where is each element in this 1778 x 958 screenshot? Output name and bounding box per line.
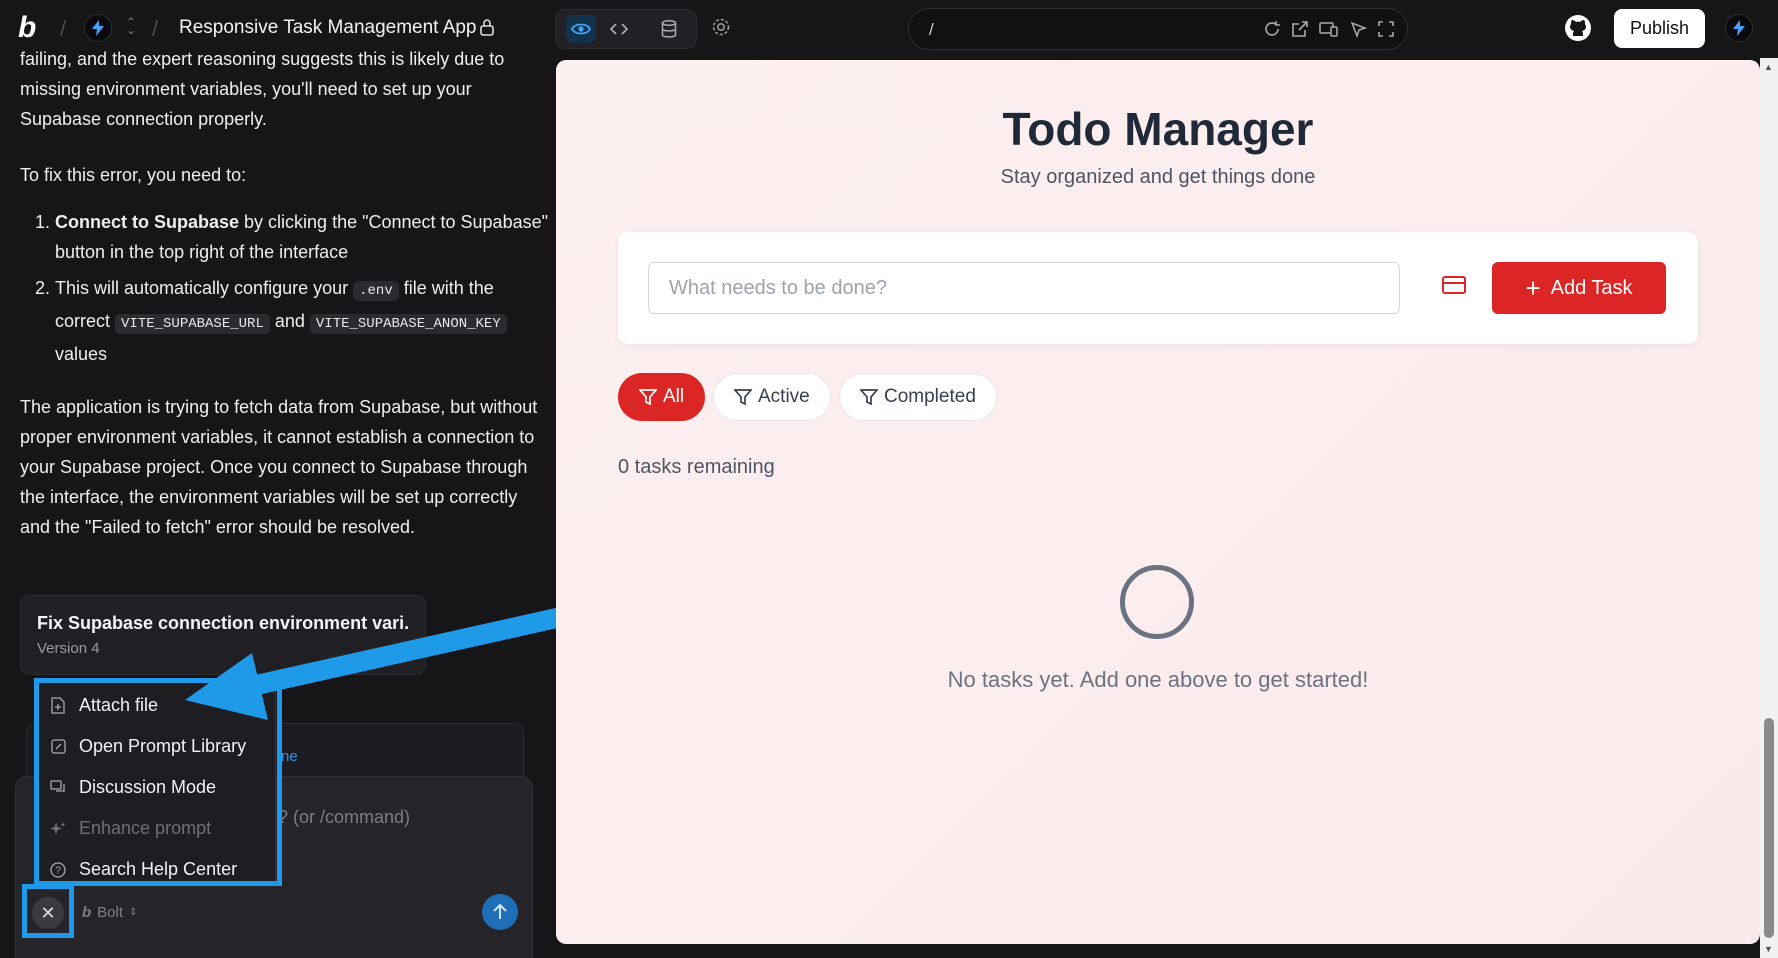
- database-icon[interactable]: [654, 15, 684, 43]
- github-icon[interactable]: [1564, 14, 1592, 47]
- page-title: Todo Manager: [1002, 103, 1314, 155]
- filter-label: All: [663, 386, 685, 407]
- artifact-version: Version 4: [37, 640, 100, 657]
- fix-steps-list: 1. Connect to Supabase by clicking the "C…: [20, 207, 550, 375]
- filter-all[interactable]: All: [618, 373, 706, 421]
- app-preview: Todo Manager Stay organized and get thin…: [556, 60, 1760, 944]
- breadcrumb-separator: /: [152, 16, 159, 41]
- artifact-title: Fix Supabase connection environment vari…: [37, 613, 409, 633]
- add-task-button[interactable]: + Add Task: [1492, 262, 1666, 314]
- add-task-label: Add Task: [1550, 276, 1633, 299]
- device-toggle-icon[interactable]: [1319, 20, 1339, 38]
- reload-icon[interactable]: [1263, 20, 1281, 38]
- publish-button[interactable]: Publish: [1614, 9, 1705, 48]
- model-label: Bolt: [97, 904, 124, 921]
- code-view-icon[interactable]: [604, 15, 634, 43]
- add-task-card: + Add Task: [618, 232, 1698, 344]
- task-input[interactable]: [648, 262, 1400, 314]
- scrollbar-thumb[interactable]: [1764, 718, 1774, 938]
- filter-label: Completed: [884, 386, 976, 407]
- inspect-pointer-icon[interactable]: [1349, 20, 1367, 38]
- fix-step-2: 2. This will automatically configure your…: [20, 273, 550, 369]
- code-env: .env: [353, 281, 399, 301]
- fix-step-1: 1. Connect to Supabase by clicking the "C…: [35, 212, 548, 262]
- highlight-box-menu: [34, 678, 282, 886]
- open-external-icon[interactable]: [1291, 20, 1309, 38]
- tasks-remaining: 0 tasks remaining: [618, 456, 775, 478]
- composer-placeholder: ? (or /command): [278, 807, 411, 827]
- bolt-small-icon: b: [82, 904, 92, 921]
- empty-circle-icon: [1120, 565, 1194, 639]
- preview-url-bar[interactable]: /: [908, 8, 1408, 50]
- filter-completed[interactable]: Completed: [839, 373, 997, 421]
- empty-state-message: No tasks yet. Add one above to get start…: [947, 667, 1369, 692]
- code-anon-key: VITE_SUPABASE_ANON_KEY: [309, 314, 507, 334]
- filter-label: Active: [758, 386, 810, 407]
- filter-active[interactable]: Active: [713, 373, 831, 421]
- highlight-box-close: [22, 884, 74, 938]
- send-button[interactable]: [482, 894, 518, 930]
- credit-card-icon[interactable]: [1442, 276, 1466, 299]
- scroll-up-icon[interactable]: ▲: [1764, 62, 1773, 72]
- code-supabase-url: VITE_SUPABASE_URL: [115, 314, 270, 334]
- chevron-updown-icon: ⇕: [129, 907, 138, 918]
- page-subtitle: Stay organized and get things done: [1000, 166, 1316, 188]
- fullscreen-icon[interactable]: [1377, 20, 1395, 38]
- arrow-up-icon: [493, 903, 507, 919]
- project-bolt-icon[interactable]: [84, 14, 112, 42]
- filter-icon: [734, 389, 752, 406]
- preview-eye-icon[interactable]: [566, 15, 596, 43]
- bolt-logo-icon[interactable]: b: [18, 12, 46, 44]
- lock-icon: [480, 18, 494, 41]
- bolt-account-icon[interactable]: [1725, 14, 1753, 42]
- app-title[interactable]: Responsive Task Management App: [179, 17, 477, 39]
- settings-gear-icon[interactable]: [710, 16, 732, 43]
- artifact-card[interactable]: Fix Supabase connection environment vari…: [20, 595, 426, 675]
- suggestion-link[interactable]: ne: [281, 748, 298, 765]
- chat-intro: failing, and the expert reasoning sugges…: [20, 50, 505, 129]
- preview-scrollbar[interactable]: ▲ ▼: [1760, 58, 1778, 958]
- scroll-down-icon[interactable]: ▼: [1764, 944, 1773, 954]
- url-path[interactable]: /: [929, 20, 934, 40]
- chat-explanation: The application is trying to fetch data …: [20, 397, 538, 537]
- filter-icon: [860, 389, 878, 406]
- breadcrumb-separator: /: [60, 16, 67, 41]
- filter-icon: [639, 389, 657, 406]
- fix-heading: To fix this error, you need to:: [20, 165, 247, 185]
- plus-icon: +: [1525, 273, 1541, 303]
- chevron-updown-icon[interactable]: ⌃ ⌄: [126, 16, 136, 36]
- view-mode-toggle: [555, 9, 697, 49]
- model-selector[interactable]: b Bolt ⇕: [82, 904, 137, 921]
